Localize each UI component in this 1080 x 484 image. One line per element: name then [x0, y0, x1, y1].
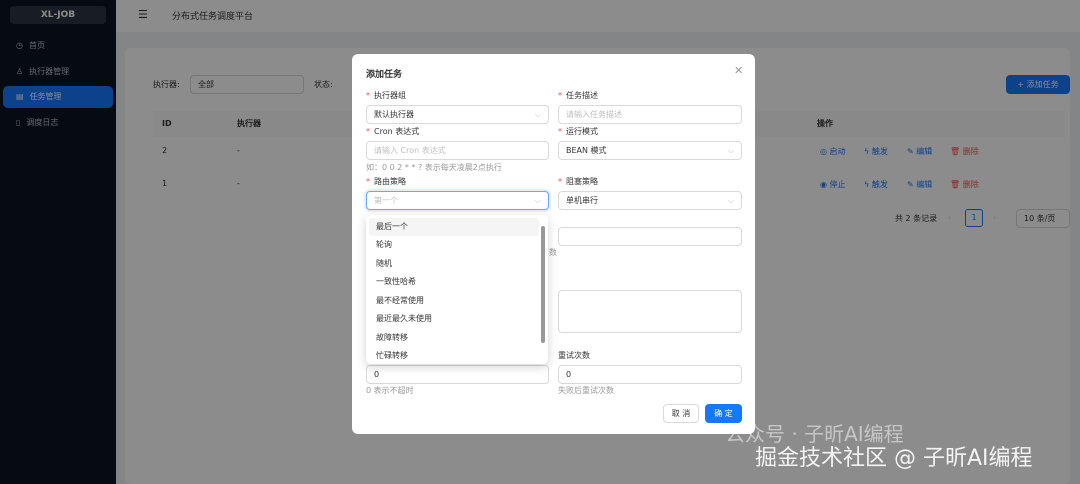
block-label: * 阻塞策略: [558, 177, 598, 186]
select-placeholder: 第一个: [374, 196, 398, 205]
close-icon[interactable]: ✕: [734, 64, 743, 77]
retry-input[interactable]: 0: [558, 365, 742, 384]
timeout-hint: 0 表示不超时: [366, 386, 414, 395]
route-option[interactable]: 忙碌转移: [369, 347, 539, 365]
label-text: 执行器组: [374, 91, 406, 100]
label-text: 任务描述: [566, 91, 598, 100]
chevron-down-icon: ⌵: [534, 196, 541, 205]
route-option[interactable]: 最后一个: [369, 218, 539, 236]
route-dropdown: 最后一个 轮询 随机 一致性哈希 最不经常使用 最近最久未使用 故障转移 忙碌转…: [366, 215, 548, 364]
route-option[interactable]: 最近最久未使用: [369, 310, 539, 328]
route-option[interactable]: 轮询: [369, 236, 539, 254]
cron-hint: 如：0 0 2 * * ? 表示每天凌晨2点执行: [366, 163, 502, 172]
timeout-input[interactable]: 0: [366, 365, 549, 384]
hidden-row-input[interactable]: [558, 227, 742, 246]
executor-group-label: * 执行器组: [366, 91, 406, 100]
select-value: BEAN 模式: [566, 146, 607, 155]
textarea-field[interactable]: [558, 290, 742, 333]
label-text: 阻塞策略: [566, 177, 598, 186]
select-value: 单机串行: [566, 196, 598, 205]
run-mode-select[interactable]: BEAN 模式 ⌵: [558, 141, 742, 160]
dropdown-scrollbar[interactable]: [541, 226, 545, 343]
block-select[interactable]: 单机串行 ⌵: [558, 191, 742, 210]
cancel-button[interactable]: 取 消: [663, 404, 699, 423]
label-text: Cron 表达式: [374, 127, 420, 136]
retry-label: 重试次数: [558, 351, 590, 360]
watermark-line2: 掘金技术社区 @ 子昕AI编程: [755, 446, 1033, 471]
route-option[interactable]: 一致性哈希: [369, 273, 539, 291]
modal-title: 添加任务: [366, 70, 403, 80]
run-mode-label: * 运行模式: [558, 127, 598, 136]
chevron-down-icon: ⌵: [727, 146, 734, 155]
cron-label: * Cron 表达式: [366, 127, 420, 136]
desc-input[interactable]: 请输入任务描述: [558, 105, 742, 124]
desc-label: * 任务描述: [558, 91, 598, 100]
label-text: 路由策略: [374, 177, 406, 186]
chevron-down-icon: ⌵: [727, 196, 734, 205]
label-text: 运行模式: [566, 127, 598, 136]
chevron-down-icon: ⌵: [534, 110, 541, 119]
executor-group-select[interactable]: 默认执行器 ⌵: [366, 105, 549, 124]
route-option[interactable]: 故障转移: [369, 329, 539, 347]
select-value: 默认执行器: [374, 110, 414, 119]
partial-hint: 数: [549, 248, 557, 257]
retry-hint: 失败后重试次数: [558, 386, 614, 395]
route-option[interactable]: 随机: [369, 255, 539, 273]
cron-input[interactable]: 请输入 Cron 表达式: [366, 141, 549, 160]
route-option[interactable]: 最不经常使用: [369, 292, 539, 310]
route-label: * 路由策略: [366, 177, 406, 186]
route-select[interactable]: 第一个 ⌵: [366, 191, 549, 210]
